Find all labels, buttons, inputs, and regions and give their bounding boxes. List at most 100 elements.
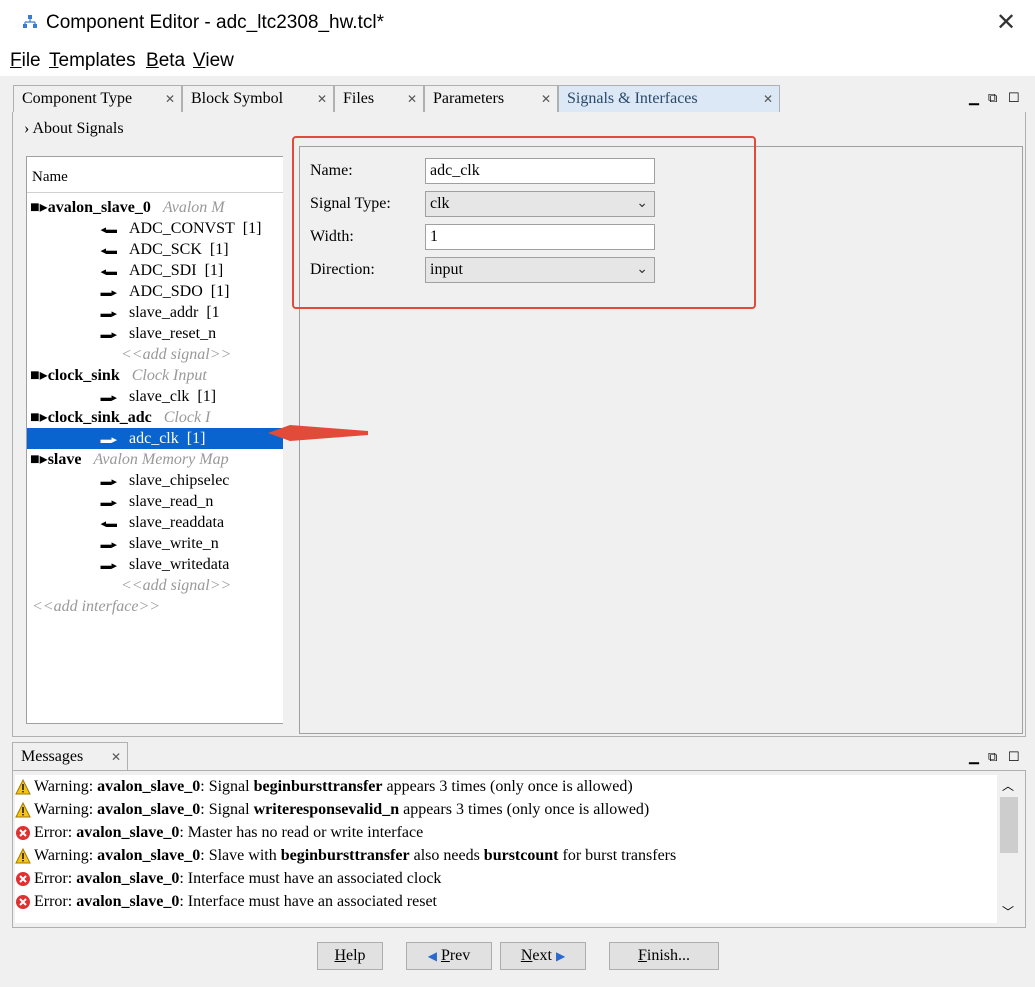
warning-icon [15, 802, 31, 818]
input-port-icon: ▬▸ [100, 476, 117, 488]
tab-messages[interactable]: Messages ✕ [12, 742, 128, 770]
signal-row[interactable]: ◂▬ ADC_SCK [1] [27, 239, 283, 260]
interface-row[interactable]: ■▸clock_sink Clock Input [27, 365, 283, 386]
prev-button[interactable]: ◀ Prev [406, 942, 492, 970]
message-row[interactable]: Error: avalon_slave_0: Master has no rea… [15, 821, 423, 844]
signal-row[interactable]: ▬▸ slave_clk [1] [27, 386, 283, 407]
add-signal-link[interactable]: <<add signal>> [27, 575, 283, 596]
message-row[interactable]: Error: avalon_slave_0: Interface must ha… [15, 890, 437, 913]
tab-close-icon[interactable]: ✕ [407, 86, 417, 112]
tree-header-name: Name [27, 157, 283, 193]
triangle-left-icon: ◀ [427, 949, 437, 963]
tab-close-icon[interactable]: ✕ [763, 86, 773, 112]
message-text: : Slave with [200, 847, 281, 864]
signal-row[interactable]: ▬▸ slave_writedata [27, 554, 283, 575]
input-port-icon: ▬▸ [100, 434, 117, 446]
signal-row[interactable]: ▬▸ slave_addr [1 [27, 302, 283, 323]
output-port-icon: ◂▬ [100, 245, 117, 257]
input-port-icon: ▬▸ [100, 539, 117, 551]
message-text: avalon_slave_0 [97, 801, 201, 818]
message-text: : Interface must have an associated cloc… [179, 870, 442, 887]
message-row[interactable]: Error: avalon_slave_0: Interface must ha… [15, 867, 441, 890]
input-port-icon: ▬▸ [100, 308, 117, 320]
message-text: : Signal [200, 801, 254, 818]
warning-icon [15, 779, 31, 795]
minimize-icon[interactable]: ▁ [969, 90, 979, 106]
scrollbar-thumb[interactable] [1000, 797, 1018, 853]
message-text: also needs [409, 847, 484, 864]
signal-row[interactable]: ▬▸ slave_chipselec [27, 470, 283, 491]
tab-signals-interfaces[interactable]: Signals & Interfaces ✕ [558, 85, 780, 112]
tab-close-icon[interactable]: ✕ [541, 86, 551, 112]
tab-close-icon[interactable]: ✕ [165, 86, 175, 112]
signal-row[interactable]: ◂▬ slave_readdata [27, 512, 283, 533]
input-port-icon: ▬▸ [100, 287, 117, 299]
message-text: appears 3 times (only once is allowed) [399, 801, 650, 818]
tab-files[interactable]: Files ✕ [334, 85, 424, 112]
chevron-up-icon[interactable]: ︿ [1002, 777, 1014, 794]
message-text: beginbursttransfer [280, 847, 410, 864]
signal-row[interactable]: ▬▸ ADC_SDO [1] [27, 281, 283, 302]
signal-row[interactable]: ▬▸ adc_clk [1] [27, 428, 283, 449]
maximize-icon[interactable]: ☐ [1008, 90, 1020, 106]
error-icon [16, 895, 30, 910]
signal-row[interactable]: ▬▸ slave_read_n [27, 491, 283, 512]
interface-icon: ■▸ [30, 367, 48, 384]
about-signals-toggle[interactable]: › About Signals [24, 120, 124, 138]
finish-button[interactable]: Finish... [609, 942, 719, 970]
menu-file[interactable]: File [10, 50, 41, 72]
message-text: appears 3 times (only once is allowed) [382, 778, 633, 795]
menu-beta[interactable]: Beta [146, 50, 185, 72]
menu-view[interactable]: View [193, 50, 234, 72]
restore-icon[interactable]: ⧉ [988, 749, 997, 765]
minimize-icon[interactable]: ▁ [969, 749, 979, 765]
tab-block-symbol[interactable]: Block Symbol ✕ [182, 85, 334, 112]
menu-templates[interactable]: Templates [49, 50, 136, 72]
output-port-icon: ◂▬ [100, 224, 117, 236]
message-text: avalon_slave_0 [97, 778, 201, 795]
message-row[interactable]: Warning: avalon_slave_0: Slave with begi… [15, 844, 676, 867]
output-port-icon: ◂▬ [100, 266, 117, 278]
interface-icon: ■▸ [30, 451, 48, 468]
triangle-right-icon: ▶ [555, 949, 566, 963]
message-text: : Master has no read or write interface [179, 824, 424, 841]
interface-row[interactable]: ■▸clock_sink_adc Clock I [27, 407, 283, 428]
tab-close-icon[interactable]: ✕ [317, 86, 327, 112]
add-signal-link[interactable]: <<add signal>> [27, 344, 283, 365]
interface-row[interactable]: ■▸slave Avalon Memory Map [27, 449, 283, 470]
input-port-icon: ▬▸ [100, 497, 117, 509]
warning-icon [15, 848, 31, 864]
annotation-arrow [268, 425, 368, 441]
chevron-down-icon[interactable]: ﹀ [1002, 903, 1014, 920]
signal-tree: Name ■▸avalon_slave_0 Avalon M ◂▬ ADC_CON… [26, 156, 284, 724]
signal-row[interactable]: ◂▬ ADC_SDI [1] [27, 260, 283, 281]
message-row[interactable]: Warning: avalon_slave_0: Signal beginbur… [15, 775, 633, 798]
output-port-icon: ◂▬ [100, 518, 117, 530]
title-bar: Component Editor - adc_ltc2308_hw.tcl* ✕ [0, 0, 1035, 48]
message-text: beginbursttransfer [253, 778, 383, 795]
error-icon [16, 826, 30, 841]
add-interface-link[interactable]: <<add interface>> [27, 596, 283, 617]
message-text: writeresponsevalid_n [253, 801, 400, 818]
menubar: File Templates Beta View [0, 48, 1035, 76]
help-button[interactable]: Help [317, 942, 383, 970]
signal-row[interactable]: ▬▸ slave_reset_n [27, 323, 283, 344]
message-text: avalon_slave_0 [76, 824, 180, 841]
interface-icon: ■▸ [30, 199, 48, 216]
message-row[interactable]: Warning: avalon_slave_0: Signal writeres… [15, 798, 649, 821]
message-text: avalon_slave_0 [76, 870, 180, 887]
tab-parameters[interactable]: Parameters ✕ [424, 85, 558, 112]
signal-row[interactable]: ◂▬ ADC_CONVST [1] [27, 218, 283, 239]
interface-row[interactable]: ■▸avalon_slave_0 Avalon M [27, 197, 283, 218]
message-text: for burst transfers [558, 847, 677, 864]
restore-icon[interactable]: ⧉ [988, 90, 997, 106]
app-icon [23, 15, 37, 28]
input-port-icon: ▬▸ [100, 560, 117, 572]
tab-close-icon[interactable]: ✕ [111, 743, 121, 771]
signal-row[interactable]: ▬▸ slave_write_n [27, 533, 283, 554]
input-port-icon: ▬▸ [100, 392, 117, 404]
maximize-icon[interactable]: ☐ [1008, 749, 1020, 765]
next-button[interactable]: Next ▶ [500, 942, 586, 970]
close-icon[interactable]: ✕ [991, 8, 1021, 38]
tab-component-type[interactable]: Component Type ✕ [13, 85, 182, 112]
